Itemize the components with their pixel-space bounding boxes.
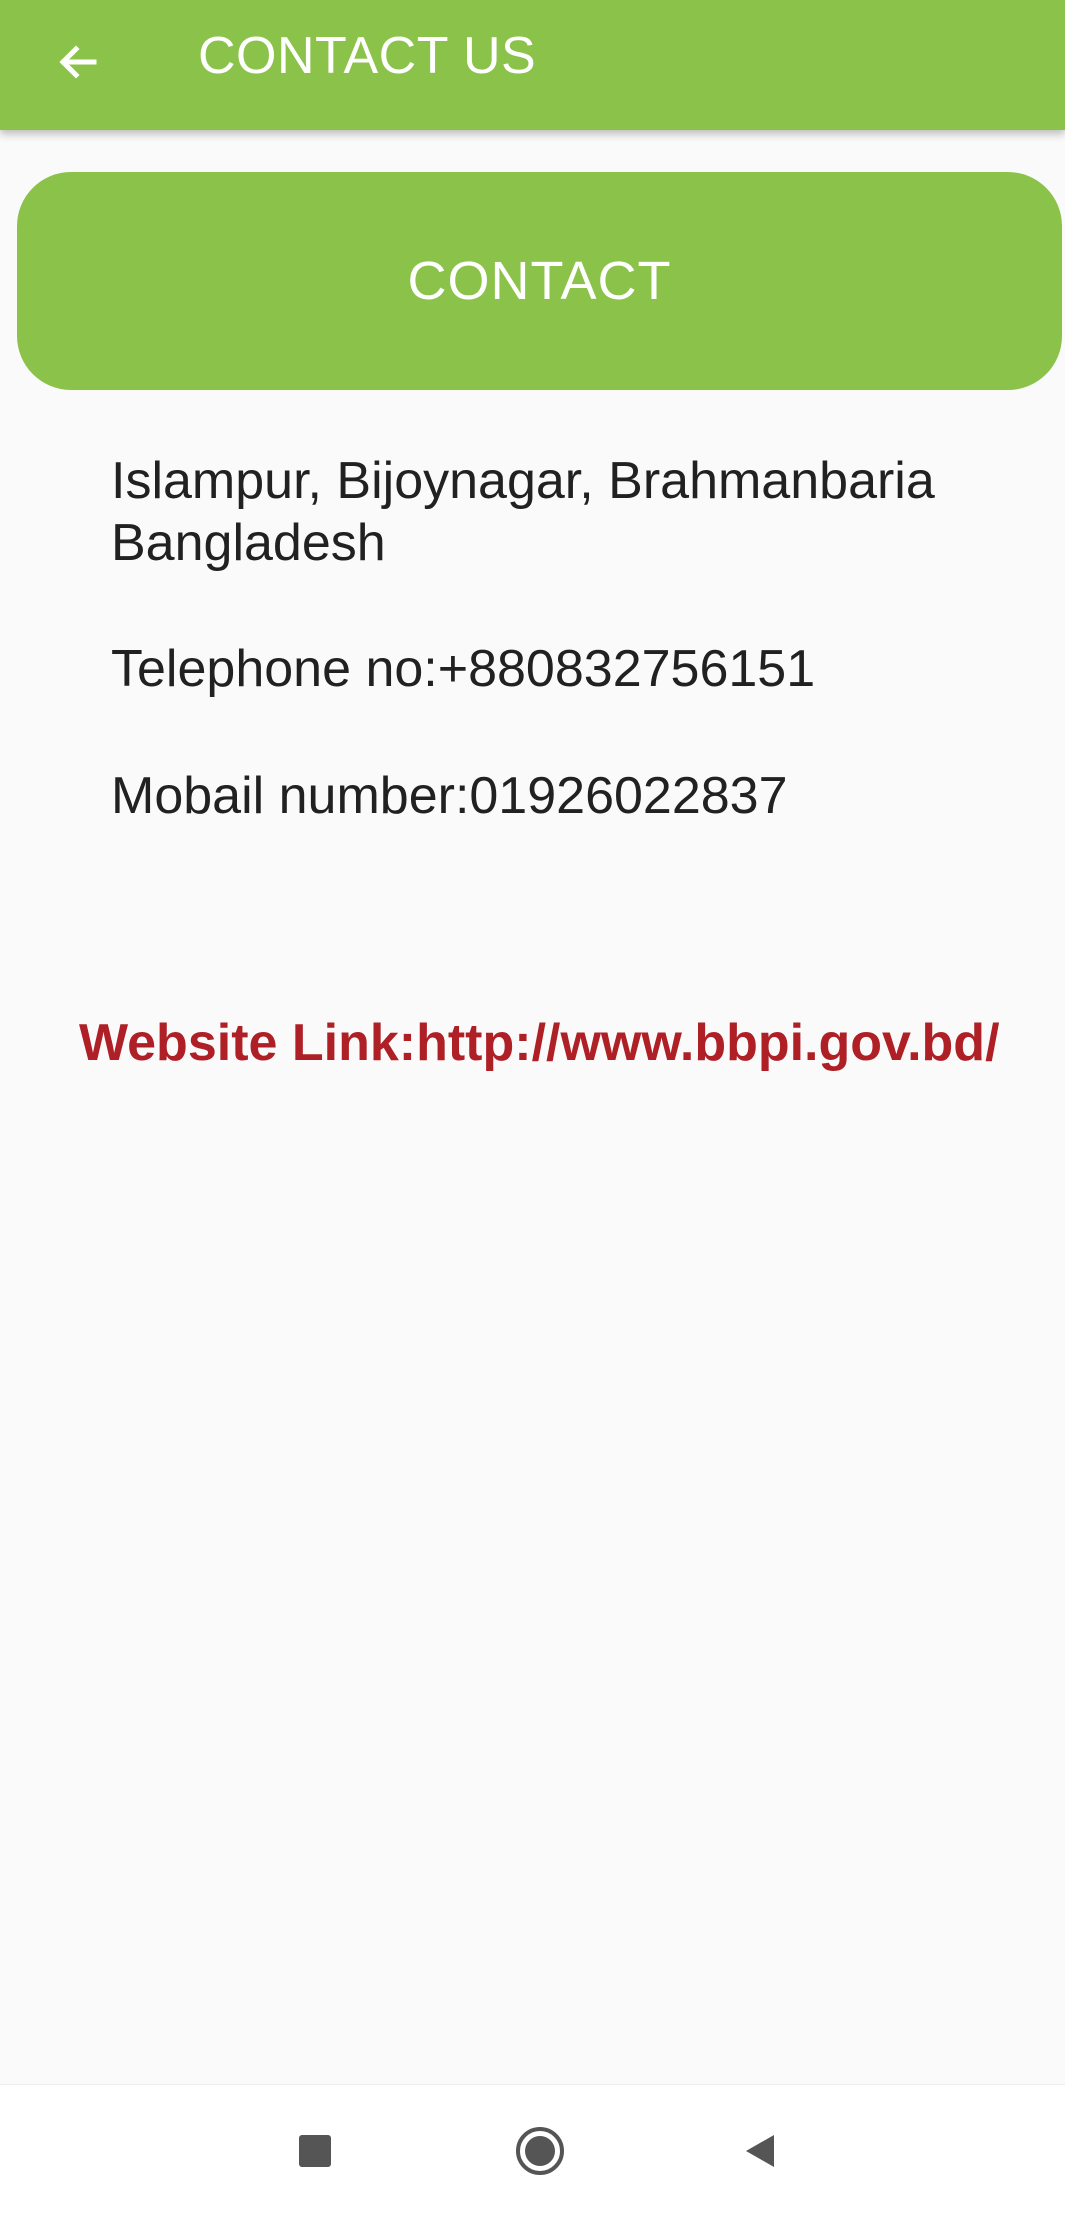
- recents-button[interactable]: [260, 2085, 370, 2217]
- website-link[interactable]: Website Link:http://www.bbpi.gov.bd/: [79, 1012, 1000, 1074]
- app-bar: CONTACT US: [0, 0, 1065, 130]
- address-line-1: Islampur, Bijoynagar, Brahmanbaria: [111, 452, 935, 510]
- page-title: CONTACT US: [198, 27, 537, 85]
- mobile-number: Mobail number:01926022837: [111, 767, 788, 825]
- home-button[interactable]: [485, 2085, 595, 2217]
- arrow-left-icon: [59, 45, 97, 79]
- square-recents-icon: [299, 2135, 331, 2167]
- system-nav-bar: [0, 2084, 1065, 2217]
- circle-home-icon: [516, 2127, 564, 2175]
- back-button[interactable]: [36, 20, 120, 104]
- system-back-button[interactable]: [705, 2085, 815, 2217]
- address-line-2: Bangladesh: [111, 514, 386, 572]
- contact-header-card: CONTACT: [17, 172, 1062, 390]
- triangle-back-icon: [746, 2135, 774, 2167]
- telephone-number: Telephone no:+880832756151: [111, 640, 816, 698]
- contact-header-label: CONTACT: [407, 251, 672, 311]
